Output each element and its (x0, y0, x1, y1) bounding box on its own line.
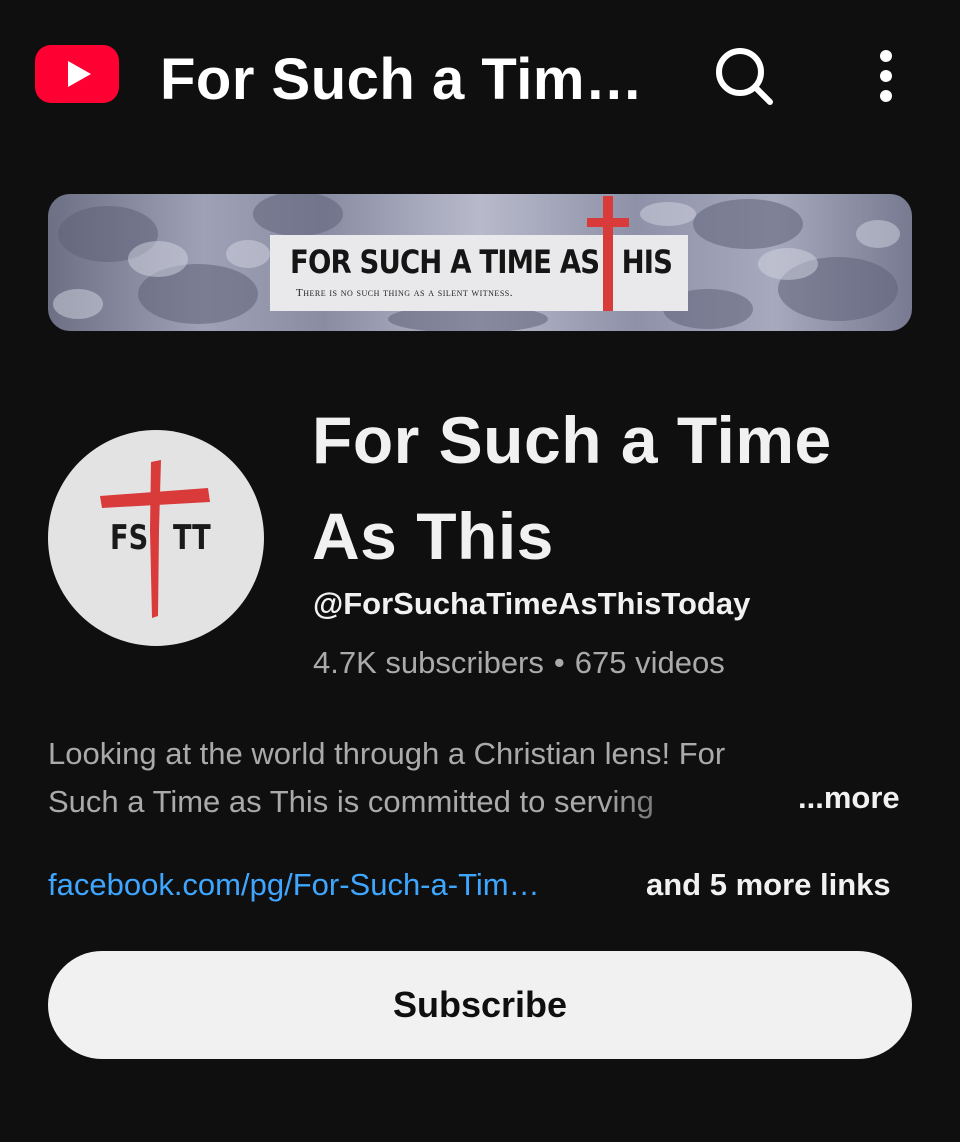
subscribe-button[interactable]: Subscribe (48, 951, 912, 1059)
subscriber-count: 4.7K subscribers (313, 645, 544, 680)
banner-title: FOR SUCH A TIME AS HIS (290, 243, 673, 281)
top-app-bar: For Such a Tim… (0, 0, 960, 150)
channel-avatar[interactable]: FS TT (48, 430, 264, 646)
avatar-initials-left: FS (110, 518, 149, 558)
channel-stats: 4.7K subscribers • 675 videos (313, 645, 725, 681)
more-links-button[interactable]: and 5 more links (646, 867, 891, 903)
app-bar-title: For Such a Tim… (160, 47, 644, 112)
avatar-initials-right: TT (173, 518, 211, 558)
channel-handle: @ForSuchaTimeAsThisToday (313, 586, 751, 621)
cross-icon (100, 460, 210, 618)
description-more-button[interactable]: ...more (798, 780, 900, 816)
stats-separator: • (553, 645, 565, 680)
youtube-logo-icon[interactable] (35, 45, 119, 103)
description-line: Looking at the world through a Christian… (48, 736, 726, 771)
video-count: 675 videos (574, 645, 725, 680)
channel-name: For Such a Time As This (312, 403, 832, 573)
search-icon[interactable] (712, 44, 776, 108)
channel-page: For Such a Tim… FOR SUCH A TIME AS HIS T… (0, 0, 960, 1142)
channel-link-facebook[interactable]: facebook.com/pg/For-Such-a-Tim… (48, 867, 623, 903)
cross-icon (587, 196, 629, 311)
channel-banner: FOR SUCH A TIME AS HIS There is no such t… (48, 194, 912, 331)
more-vertical-icon[interactable] (862, 44, 910, 108)
description-fade (600, 774, 790, 824)
